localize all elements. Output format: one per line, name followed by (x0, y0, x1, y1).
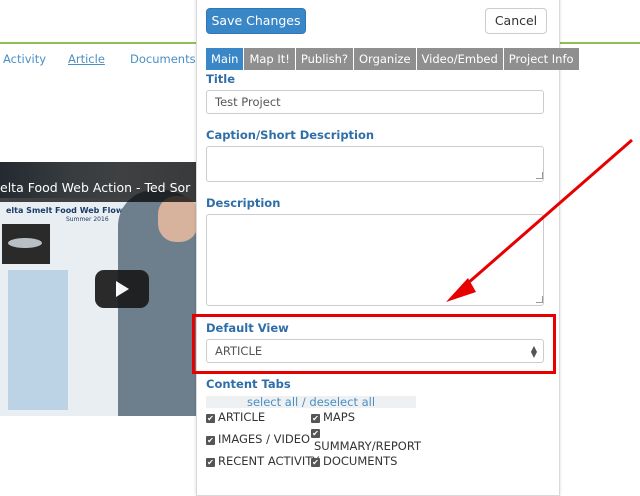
checkbox-maps-label: MAPS (323, 410, 356, 424)
checkbox-documents[interactable]: ✔ DOCUMENTS (311, 454, 397, 468)
checkbox-article[interactable]: ✔ ARTICLE (206, 410, 265, 424)
checkbox-summary-report[interactable]: ✔ (311, 425, 323, 439)
checkbox-documents-label: DOCUMENTS (323, 454, 398, 468)
checkbox-recent-activity[interactable]: ✔ RECENT ACTIVITY (206, 454, 319, 468)
checkbox-images-video-label: IMAGES / VIDEO (218, 432, 311, 446)
checkbox-images-video[interactable]: ✔ IMAGES / VIDEO (206, 432, 310, 446)
select-all-link[interactable]: select all (247, 395, 298, 409)
select-links: select all / deselect all (206, 396, 416, 408)
check-icon[interactable]: ✔ (206, 414, 215, 423)
checkbox-maps[interactable]: ✔ MAPS (311, 410, 355, 424)
check-icon[interactable]: ✔ (311, 458, 320, 467)
check-icon[interactable]: ✔ (206, 436, 215, 445)
checkbox-recent-activity-label: RECENT ACTIVITY (218, 454, 320, 468)
check-icon[interactable]: ✔ (206, 458, 215, 467)
checkbox-article-label: ARTICLE (218, 410, 266, 424)
checkbox-summary-report-label: SUMMARY/REPORT (314, 439, 422, 453)
content-tabs-label: Content Tabs (206, 377, 291, 391)
check-icon[interactable]: ✔ (311, 429, 320, 438)
link-separator: / (301, 395, 306, 409)
deselect-all-link[interactable]: deselect all (309, 395, 375, 409)
check-icon[interactable]: ✔ (311, 414, 320, 423)
